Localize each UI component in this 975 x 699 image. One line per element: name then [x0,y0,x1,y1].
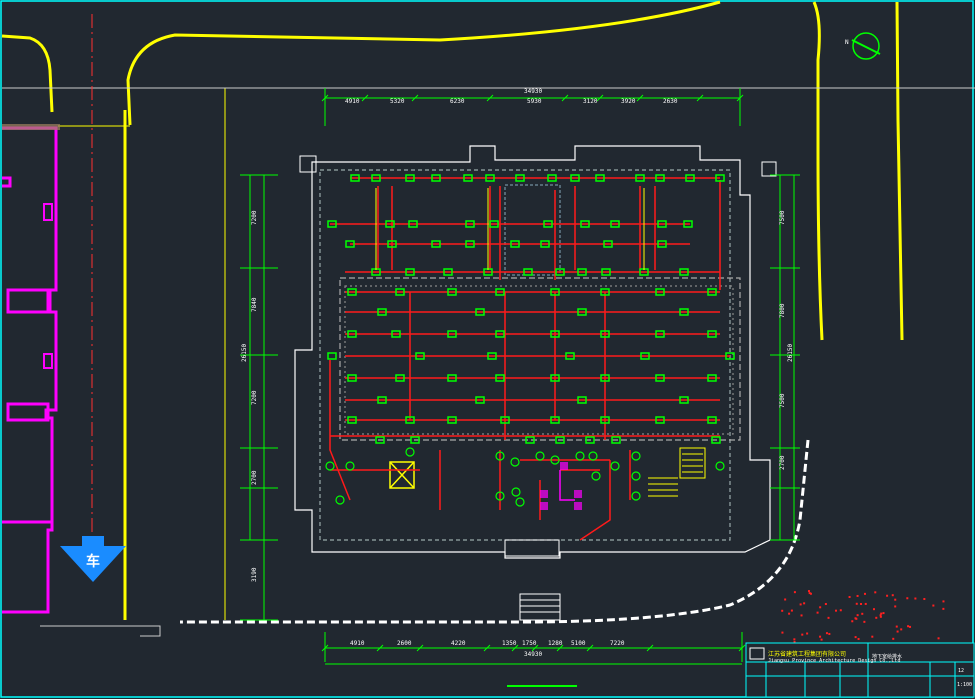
dim-left-total: 26150 [241,344,248,362]
dim-bottom-seg-3: 4220 [451,640,466,647]
title-block-sheet-no: 12 [958,668,964,674]
north-arrow-label: N [845,39,849,46]
dim-left-seg-3: 7200 [251,390,258,405]
dim-top-seg-4: 5930 [527,98,542,105]
dim-left-seg-4: 2700 [251,470,258,485]
site-boundary-curve [180,439,810,624]
dim-bottom-seg-8: 7220 [610,640,625,647]
neighbor-building [2,126,58,614]
dim-bottom-seg-5: 1750 [522,640,537,647]
dim-right-seg-2: 7800 [779,303,786,318]
dim-bottom-seg-2: 2600 [397,640,412,647]
north-arrow-icon [851,32,881,60]
site-points [781,590,945,647]
title-block-scale: 1:100 [957,682,972,688]
title-block-drawing-title: 地下室给排水 [872,653,902,660]
dim-right-seg-4: 2700 [779,455,786,470]
dim-bottom-seg-7: 5100 [571,640,586,647]
stair [648,447,706,497]
dim-right-seg-1: 7500 [779,210,786,225]
dim-top-seg-7: 2630 [663,98,678,105]
dim-right-seg-3: 7500 [779,393,786,408]
dim-bottom-seg-6: 1280 [548,640,563,647]
dim-right-total: 26150 [787,344,794,362]
dim-top-seg-6: 3920 [621,98,636,105]
road-lines [1,0,904,620]
dim-top-seg-2: 5320 [390,98,405,105]
dim-left-seg-2: 7840 [251,297,258,312]
dim-top-seg-1: 4910 [345,98,360,105]
dim-bottom-seg-4: 1350 [502,640,517,647]
building-outline [294,145,771,559]
dim-top-seg-3: 6230 [450,98,465,105]
cad-viewport[interactable]: 车 N 34930 4910 5320 6230 5930 3120 3920 … [0,0,975,699]
title-block-company-cn: 江苏省建筑工程集团有限公司 [768,650,846,658]
site-plan-drawing: 车 N 34930 4910 5320 6230 5930 3120 3920 … [0,0,975,698]
dim-top-seg-5: 3120 [583,98,598,105]
dim-left-seg-1: 7200 [251,210,258,225]
car-arrow-label: 车 [86,553,100,570]
dim-left-seg-5: 3190 [251,567,258,582]
dim-bottom-seg-1: 4910 [350,640,365,647]
dim-bottom-total: 34930 [524,651,542,658]
water-tank [389,461,415,489]
drawing-frame [0,0,974,698]
dim-top-total: 34930 [524,88,542,95]
